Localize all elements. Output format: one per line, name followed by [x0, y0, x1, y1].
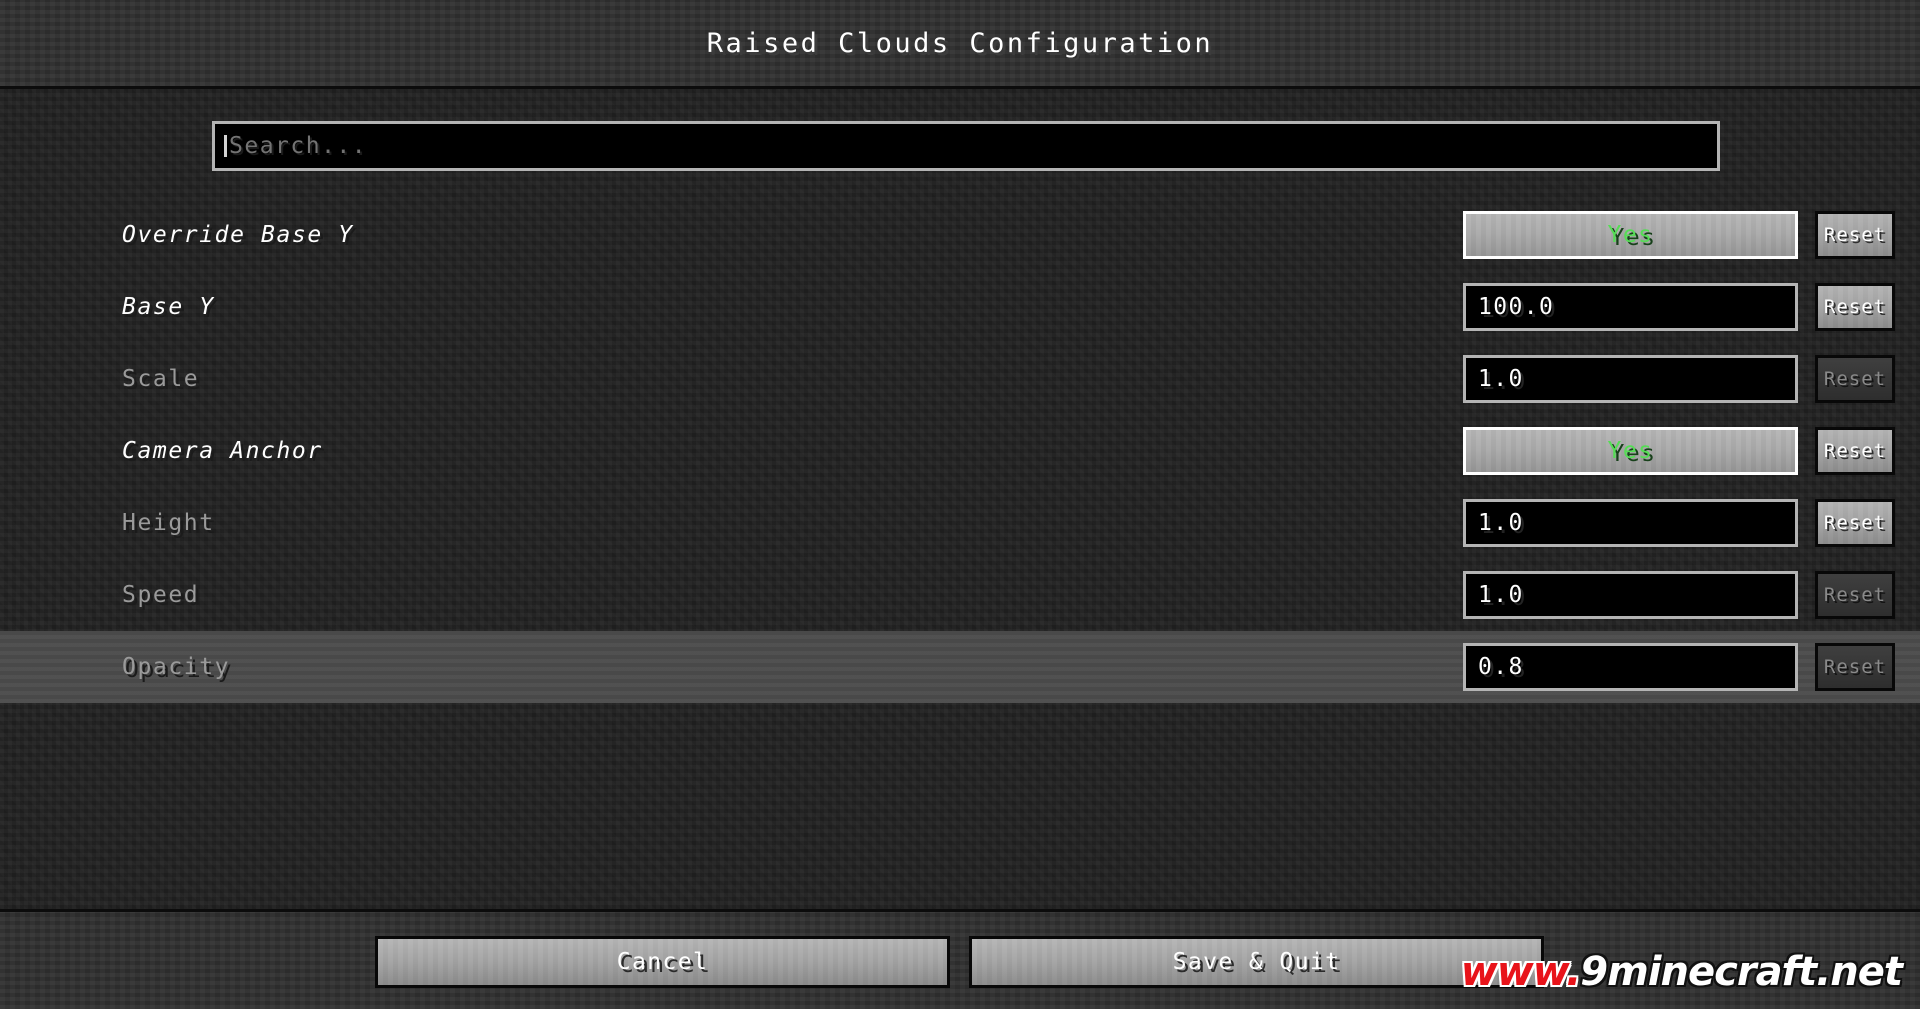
config-row-control: 1.0 — [1463, 571, 1798, 619]
config-row-control: 1.0 — [1463, 499, 1798, 547]
reset-button-label: Reset — [1823, 296, 1887, 318]
config-row: Camera Anchor Yes Reset — [0, 415, 1920, 487]
watermark-suffix: 9minecraft.net — [1580, 949, 1903, 995]
config-row: Base Y 100.0 Reset — [0, 271, 1920, 343]
reset-button-label: Reset — [1823, 440, 1887, 462]
config-row-label: Base Y — [122, 294, 215, 320]
value-text: 1.0 — [1478, 582, 1524, 608]
text-caret — [224, 135, 227, 157]
config-row-control: Yes — [1463, 427, 1798, 475]
config-row-label: Override Base Y — [122, 222, 354, 248]
boolean-toggle-button[interactable]: Yes — [1463, 427, 1798, 475]
config-row-label: Scale — [122, 366, 200, 392]
config-row: Override Base Y Yes Reset — [0, 199, 1920, 271]
footer-bar: Cancel Save & Quit www.9minecraft.net — [0, 909, 1920, 1009]
boolean-toggle-button[interactable]: Yes — [1463, 211, 1798, 259]
watermark-prefix: www. — [1460, 949, 1581, 995]
value-text-input[interactable]: 1.0 — [1463, 499, 1798, 547]
reset-button-label: Reset — [1823, 656, 1887, 678]
config-row: Opacity 0.8 Reset — [0, 631, 1920, 703]
site-watermark: www.9minecraft.net — [1460, 949, 1903, 995]
value-text: 100.0 — [1478, 294, 1555, 320]
reset-button-label: Reset — [1823, 584, 1887, 606]
config-row-control: Yes — [1463, 211, 1798, 259]
value-text-input[interactable]: 100.0 — [1463, 283, 1798, 331]
reset-button-label: Reset — [1823, 368, 1887, 390]
search-placeholder: Search... — [229, 133, 368, 159]
config-body: Search... Override Base Y Yes Reset Base Y 1… — [0, 89, 1920, 909]
value-text-input[interactable]: 1.0 — [1463, 571, 1798, 619]
title-bar: Raised Clouds Configuration — [0, 0, 1920, 89]
config-row-label: Camera Anchor — [122, 438, 323, 464]
value-text-input[interactable]: 1.0 — [1463, 355, 1798, 403]
config-row: Height 1.0 Reset — [0, 487, 1920, 559]
page-title: Raised Clouds Configuration — [706, 28, 1214, 59]
reset-button-label: Reset — [1823, 224, 1887, 246]
value-text-input[interactable]: 0.8 — [1463, 643, 1798, 691]
boolean-toggle-value: Yes — [1607, 222, 1654, 248]
config-screen: Raised Clouds Configuration Search... Ov… — [0, 0, 1920, 1009]
config-entry-list: Override Base Y Yes Reset Base Y 100.0 Reset S… — [0, 199, 1920, 703]
value-text: 1.0 — [1478, 366, 1524, 392]
config-row-label: Speed — [122, 582, 200, 608]
config-row: Scale 1.0 Reset — [0, 343, 1920, 415]
config-row-control: 0.8 — [1463, 643, 1798, 691]
save-quit-button-label: Save & Quit — [1172, 949, 1341, 975]
reset-button[interactable]: Reset — [1815, 211, 1895, 259]
reset-button[interactable]: Reset — [1815, 499, 1895, 547]
reset-button-label: Reset — [1823, 512, 1887, 534]
cancel-button[interactable]: Cancel — [375, 936, 950, 988]
config-row-label: Height — [122, 510, 215, 536]
value-text: 1.0 — [1478, 510, 1524, 536]
reset-button: Reset — [1815, 571, 1895, 619]
search-field-wrapper: Search... — [212, 121, 1720, 171]
search-input[interactable]: Search... — [212, 121, 1720, 171]
config-row-control: 1.0 — [1463, 355, 1798, 403]
config-row-label: Opacity — [122, 654, 231, 680]
reset-button[interactable]: Reset — [1815, 427, 1895, 475]
boolean-toggle-value: Yes — [1607, 438, 1654, 464]
save-quit-button[interactable]: Save & Quit — [969, 936, 1544, 988]
cancel-button-label: Cancel — [616, 949, 709, 975]
config-row: Speed 1.0 Reset — [0, 559, 1920, 631]
value-text: 0.8 — [1478, 654, 1524, 680]
reset-button: Reset — [1815, 643, 1895, 691]
config-row-control: 100.0 — [1463, 283, 1798, 331]
reset-button[interactable]: Reset — [1815, 283, 1895, 331]
reset-button: Reset — [1815, 355, 1895, 403]
